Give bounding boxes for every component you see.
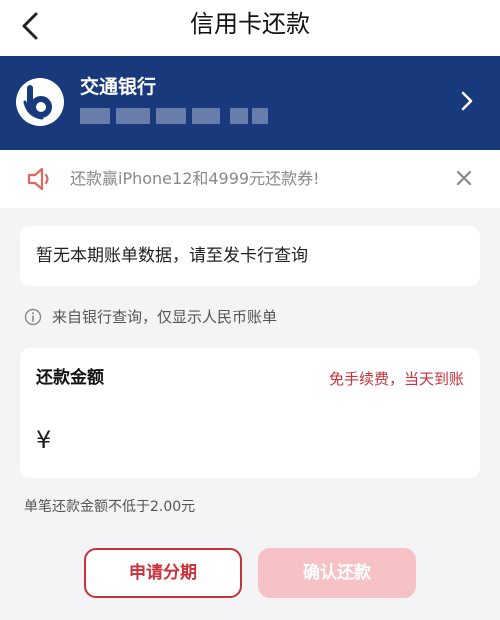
repayment-amount-card: 还款金额 免手续费，当天到账 ¥ <box>20 348 480 478</box>
minimum-amount-note: 单笔还款金额不低于2.00元 <box>24 499 196 515</box>
promo-link[interactable]: 还款赢iPhone12和4999元还款券! <box>70 168 320 190</box>
amount-input-row[interactable]: ¥ <box>36 420 464 460</box>
apply-installment-button[interactable]: 申请分期 <box>84 548 242 598</box>
bank-card-selector[interactable]: 交通银行 <box>0 56 500 150</box>
chevron-right-icon <box>460 90 474 112</box>
amount-input[interactable] <box>61 424 464 456</box>
bank-logo-icon <box>16 78 64 126</box>
bank-name: 交通银行 <box>80 76 157 98</box>
nav-bar: 信用卡还款 <box>0 0 500 56</box>
info-icon <box>24 308 42 326</box>
speaker-icon <box>26 166 54 192</box>
close-icon[interactable] <box>454 168 474 188</box>
bill-status-card: 暂无本期账单数据，请至发卡行查询 <box>20 226 480 286</box>
fee-note: 免手续费，当天到账 <box>328 370 464 388</box>
confirm-repayment-button[interactable]: 确认还款 <box>258 548 416 598</box>
source-text: 来自银行查询，仅显示人民币账单 <box>52 308 278 326</box>
masked-card-number <box>80 108 270 124</box>
page-title: 信用卡还款 <box>190 10 310 38</box>
bill-status-message: 暂无本期账单数据，请至发卡行查询 <box>36 246 308 266</box>
currency-symbol: ¥ <box>36 426 52 454</box>
promo-banner: 还款赢iPhone12和4999元还款券! <box>0 150 500 208</box>
repayment-amount-label: 还款金额 <box>36 368 104 388</box>
